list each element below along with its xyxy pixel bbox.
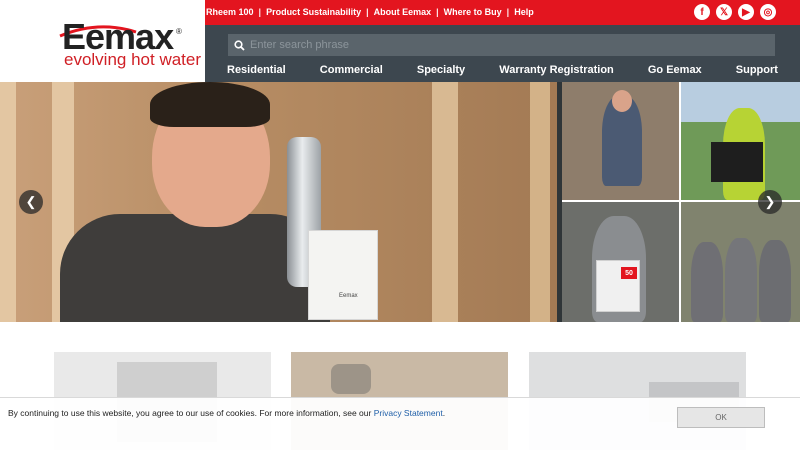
carousel-next-arrow-icon[interactable]: ❯ — [758, 190, 782, 214]
utility-link-product-sustainability[interactable]: Product Sustainability — [266, 7, 361, 17]
logo[interactable]: Eemax ® evolving hot water — [0, 0, 205, 82]
cookie-message: By continuing to use this website, you a… — [8, 408, 445, 418]
separator: | — [436, 7, 439, 17]
utility-link-where-to-buy[interactable]: Where to Buy — [444, 7, 502, 17]
product-box: 50 — [596, 260, 640, 312]
nav-specialty[interactable]: Specialty — [417, 64, 465, 76]
wood-stud — [530, 82, 550, 322]
hero-tile-product-box: 50 — [562, 202, 679, 322]
nav-support[interactable]: Support — [736, 64, 778, 76]
hero-carousel: Eemax 50 ❮ ❯ — [0, 82, 800, 322]
social-links: f 𝕏 ▶ ◎ — [694, 4, 776, 20]
privacy-statement-link[interactable]: Privacy Statement — [374, 408, 443, 418]
separator: | — [506, 7, 510, 17]
black-tshirt — [711, 142, 763, 182]
utility-link-rheem-100[interactable]: Rheem 100 — [206, 7, 254, 17]
cookie-text: By continuing to use this website, you a… — [8, 408, 374, 418]
team-member — [759, 240, 791, 322]
hero-tile-team — [681, 202, 800, 322]
nav-go-eemax[interactable]: Go Eemax — [648, 64, 702, 76]
nav-commercial[interactable]: Commercial — [320, 64, 383, 76]
nav-residential[interactable]: Residential — [227, 64, 286, 76]
page: Eemax ® evolving hot water Rheem 100 | Pr… — [0, 0, 800, 450]
person-hair — [150, 82, 270, 127]
nav-warranty-registration[interactable]: Warranty Registration — [499, 64, 614, 76]
promo-badge: 50 — [621, 267, 637, 279]
wood-stud — [432, 82, 458, 322]
youtube-icon[interactable]: ▶ — [738, 4, 754, 20]
utility-link-about-eemax[interactable]: About Eemax — [374, 7, 432, 17]
utility-links: Rheem 100 | Product Sustainability | About… — [206, 7, 534, 17]
cookie-banner: By continuing to use this website, you a… — [0, 397, 800, 450]
main-navbar: Residential Commercial Specialty Warrant… — [205, 25, 800, 82]
logo-tagline: evolving hot water — [64, 50, 202, 69]
hero-tile-shirt — [681, 82, 800, 200]
wood-stud — [0, 82, 16, 322]
hero-main-image: Eemax — [0, 82, 557, 322]
carousel-prev-arrow-icon[interactable]: ❮ — [19, 190, 43, 214]
facebook-icon[interactable]: f — [694, 4, 710, 20]
utility-link-help[interactable]: Help — [514, 7, 534, 17]
main-nav: Residential Commercial Specialty Warrant… — [205, 64, 800, 76]
team-member — [691, 242, 723, 322]
instagram-icon[interactable]: ◎ — [760, 4, 776, 20]
x-twitter-icon[interactable]: 𝕏 — [716, 4, 732, 20]
logo-registered-mark: ® — [176, 27, 182, 36]
installer-head — [612, 90, 632, 112]
card-faucet-image — [331, 364, 371, 394]
separator: | — [366, 7, 369, 17]
search-input[interactable] — [250, 39, 750, 51]
water-heater-unit: Eemax — [308, 230, 378, 320]
heater-brand-label: Eemax — [339, 293, 358, 299]
hero-tile-installer — [562, 82, 679, 200]
search-bar — [228, 34, 775, 56]
team-member — [725, 238, 757, 322]
separator: | — [258, 7, 262, 17]
cookie-text-suffix: . — [442, 408, 446, 418]
cookie-ok-button[interactable]: OK — [677, 407, 765, 428]
search-icon[interactable] — [228, 39, 250, 51]
